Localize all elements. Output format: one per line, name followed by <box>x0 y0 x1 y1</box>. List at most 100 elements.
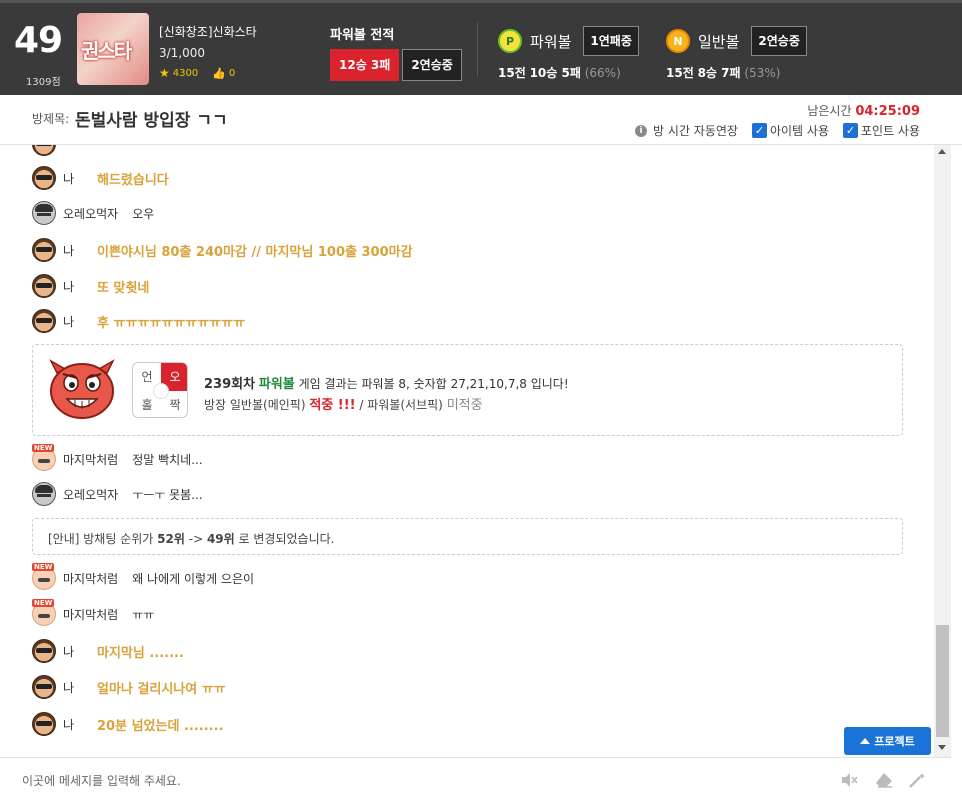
project-button[interactable]: 프로젝트 <box>844 727 931 755</box>
chat-text: 얼마나 걸리시나여 ㅠㅠ <box>97 681 226 697</box>
chat-nick[interactable]: 마지막처럼 <box>63 451 118 468</box>
chat-nick[interactable]: 나 <box>63 643 83 660</box>
game-stats: 15전 8승 7패 (53%) <box>666 66 781 80</box>
chat-nick[interactable]: 마지막처럼 <box>63 570 118 587</box>
chat-text: ㅠㅠ <box>132 607 155 622</box>
main-pick-label: 방장 일반볼(메인픽) <box>204 398 306 412</box>
star-icon: ★ <box>159 66 170 80</box>
scroll-up-arrow-icon[interactable] <box>938 149 946 154</box>
chat-nick[interactable]: 나 <box>63 278 83 295</box>
member-count: 3/1,000 <box>159 46 206 60</box>
avatar-icon[interactable] <box>32 309 56 333</box>
sub-pick-label: / 파워볼(서브픽) <box>359 398 443 412</box>
devil-mascot-icon <box>49 359 115 419</box>
chat-message: 나 후 ㅠㅠㅠㅠㅠㅠㅠㅠㅠㅠㅠ <box>32 309 245 333</box>
chat-message: 나 또 맞췻네 <box>32 274 149 298</box>
info-icon[interactable]: i <box>635 124 648 137</box>
result-game: 파워볼 <box>258 377 295 392</box>
chat-nick[interactable]: 나 <box>63 242 83 259</box>
game-stats: 15전 10승 5패 (66%) <box>498 66 621 80</box>
chat-text: ㅜㅡㅜ 못봄... <box>132 487 203 502</box>
chat-text: 정말 빡치네... <box>132 452 203 467</box>
room-title: 돈벌사람 방입장 ㄱㄱ <box>75 111 228 131</box>
chat-log[interactable]: 나 해드렸습니다 오레오먹자 오우 나 이쁜야시님 80출 240마감 // 마… <box>0 145 934 757</box>
chat-nick[interactable]: 나 <box>63 716 83 733</box>
room-options: i 방 시간 자동연장 ✓ 아이템 사용 ✓ 포인트 사용 <box>635 122 920 139</box>
record-winloss-badge: 12승 3패 <box>330 49 400 81</box>
item-use-checkbox[interactable]: ✓ <box>751 123 767 138</box>
room-title-bar: 방제목: 돈벌사람 방입장 ㄱㄱ 남은시간 04:25:09 i 방 시간 자동… <box>0 95 962 145</box>
window-gutter <box>951 145 962 802</box>
result-grid-center <box>153 383 169 399</box>
game-name: 일반볼 <box>698 32 740 51</box>
room-thumbnail[interactable]: 권스타 <box>77 13 149 85</box>
game-streak-badge: 1연패중 <box>583 26 639 56</box>
rank-change-notice: [안내] 방채팅 순위가 52위 -> 49위 로 변경되었습니다. <box>32 518 903 555</box>
chat-nick[interactable]: 나 <box>63 679 83 696</box>
chat-message: 나 20분 넘었는데 ........ <box>32 712 223 736</box>
avatar-icon[interactable] <box>32 238 56 262</box>
chat-text: 20분 넘었는데 ........ <box>97 718 224 734</box>
header-divider <box>477 22 478 77</box>
avatar-icon[interactable] <box>32 482 56 506</box>
chat-message: 마지막처럼 왜 나에게 이렇게 으은이 <box>32 563 254 590</box>
chat-message: 나 얼마나 걸리시나여 ㅠㅠ <box>32 675 226 699</box>
chat-scrollbar[interactable] <box>934 145 951 757</box>
powerball-coin-icon: P <box>498 29 522 53</box>
game-streak-badge: 2연승중 <box>751 26 807 56</box>
point-use-label[interactable]: 포인트 사용 <box>861 122 920 139</box>
header-edge <box>0 0 962 3</box>
chat-nick[interactable]: 오레오먹자 <box>63 486 118 503</box>
mute-icon[interactable] <box>840 772 858 788</box>
chat-text: 또 맞췻네 <box>97 280 150 296</box>
chat-text: 이쁜야시님 80출 240마감 // 마지막님 100출 300마감 <box>97 244 413 260</box>
remaining-time-value: 04:25:09 <box>855 104 920 119</box>
chat-text: 마지막님 ....... <box>97 645 184 661</box>
avatar-icon[interactable] <box>32 166 56 190</box>
chat-text: 후 ㅠㅠㅠㅠㅠㅠㅠㅠㅠㅠㅠ <box>97 315 246 331</box>
item-use-option[interactable]: ✓ 아이템 사용 <box>751 122 829 139</box>
eraser-icon[interactable] <box>875 772 893 788</box>
message-input[interactable] <box>22 770 802 792</box>
result-summary: 239회차 파워볼 게임 결과는 파워볼 8, 숫자합 27,21,10,7,8… <box>204 373 569 392</box>
chat-nick[interactable]: 나 <box>63 170 83 187</box>
avatar-icon[interactable] <box>32 444 56 471</box>
auto-extend-label[interactable]: 방 시간 자동연장 <box>653 122 738 139</box>
avatar-icon[interactable] <box>32 563 56 590</box>
point-use-checkbox[interactable]: ✓ <box>842 123 858 138</box>
chat-nick[interactable]: 나 <box>63 313 83 330</box>
game-name: 파워볼 <box>530 32 572 51</box>
chat-message: 나 이쁜야시님 80출 240마감 // 마지막님 100출 300마감 <box>32 238 413 262</box>
chat-text: 해드렸습니다 <box>97 172 169 188</box>
scroll-thumb[interactable] <box>936 625 949 737</box>
chat-message: 오레오먹자 ㅜㅡㅜ 못봄... <box>32 482 203 506</box>
chat-message: 나 마지막님 ....... <box>32 639 184 663</box>
chat-message: 오레오먹자 오우 <box>32 201 154 225</box>
room-title-label: 방제목: <box>32 112 70 126</box>
scroll-down-arrow-icon[interactable] <box>938 745 946 750</box>
avatar-icon[interactable] <box>32 712 56 736</box>
chat-nick[interactable]: 마지막처럼 <box>63 606 118 623</box>
avatar-icon[interactable] <box>32 201 56 225</box>
chat-message: 나 해드렸습니다 <box>32 166 169 190</box>
rank-score: 1309점 <box>26 77 61 88</box>
chat-nick[interactable]: 오레오먹자 <box>63 205 118 222</box>
result-grid: 언 오 홀 짝 <box>132 362 188 418</box>
game-result-card: 언 오 홀 짝 239회차 파워볼 게임 결과는 파워볼 8, 숫자합 27,2… <box>32 344 903 436</box>
magic-wand-icon[interactable] <box>908 772 926 788</box>
avatar-icon[interactable] <box>32 599 56 626</box>
host-name[interactable]: [신화창조]신화스타 <box>159 23 257 40</box>
avatar-icon[interactable] <box>32 274 56 298</box>
sub-pick-miss: 미적중 <box>446 398 483 413</box>
message-input-bar <box>0 757 951 802</box>
remaining-time: 남은시간 04:25:09 <box>807 104 920 119</box>
project-button-label: 프로젝트 <box>874 735 915 748</box>
point-use-option[interactable]: ✓ 포인트 사용 <box>842 122 920 139</box>
powerball-record: 파워볼 전적 12승 3패 2연승중 <box>330 24 462 81</box>
item-use-label[interactable]: 아이템 사용 <box>770 122 829 139</box>
result-picks: 방장 일반볼(메인픽) 적중 !!! / 파워볼(서브픽) 미적중 <box>204 394 483 413</box>
powerball-summary: P 파워볼 1연패중 15전 10승 5패 (66%) <box>498 26 639 81</box>
avatar-icon[interactable] <box>32 639 56 663</box>
avatar-icon[interactable] <box>32 675 56 699</box>
star-count: 4300 <box>172 67 199 79</box>
